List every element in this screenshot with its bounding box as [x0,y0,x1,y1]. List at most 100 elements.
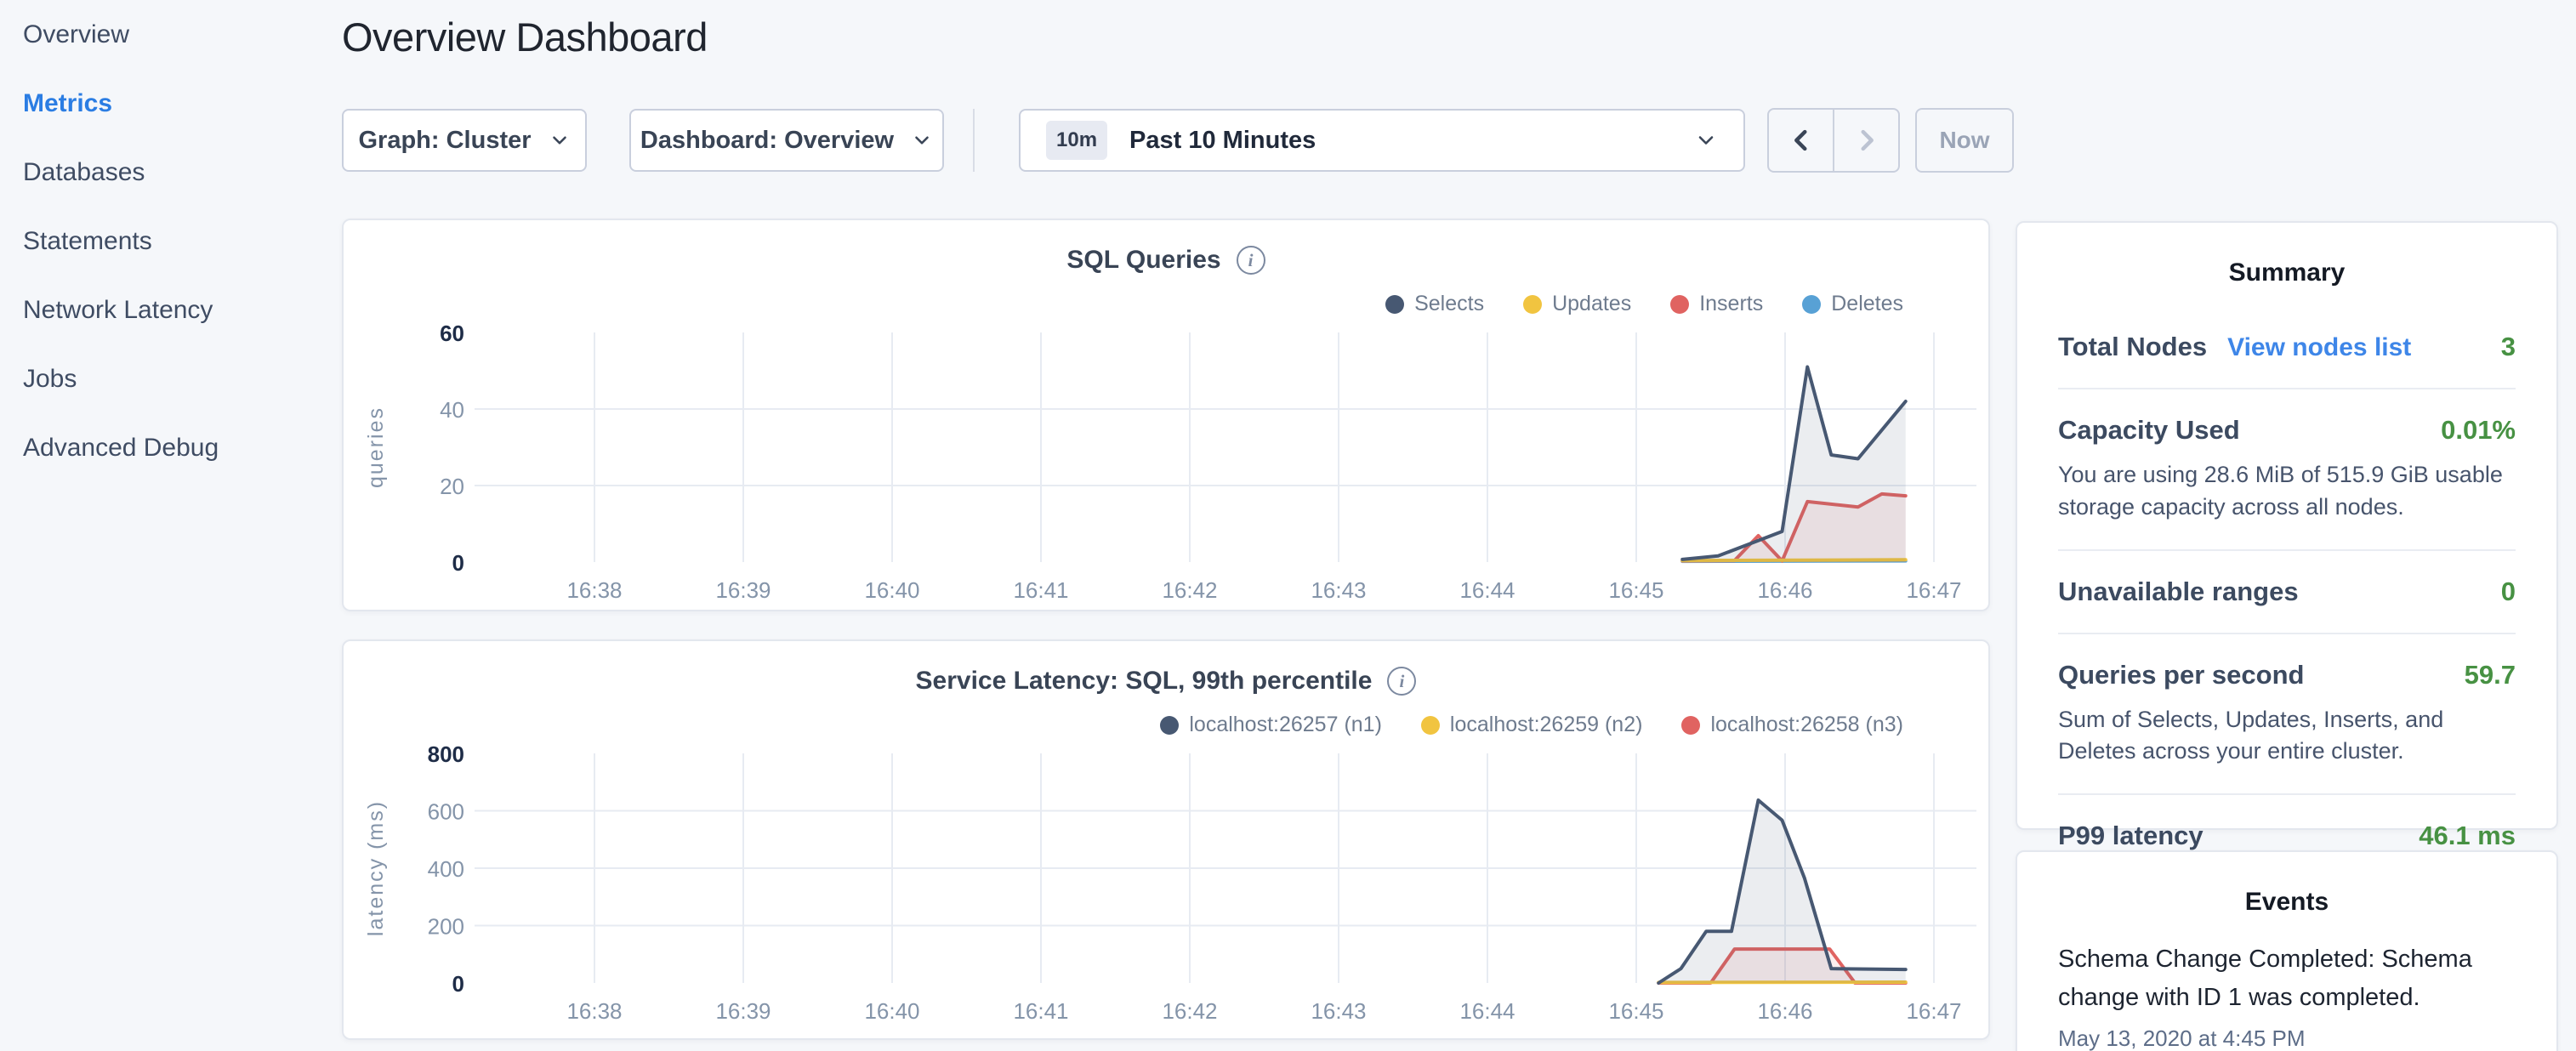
capacity-description: You are using 28.6 MiB of 515.9 GiB usab… [2058,459,2516,524]
sidebar-item-statements[interactable]: Statements [0,207,340,276]
legend-dot-icon [1523,295,1542,314]
sidebar-item-databases[interactable]: Databases [0,138,340,207]
sidebar-item-overview[interactable]: Overview [0,0,340,69]
total-nodes-value: 3 [2501,332,2516,362]
svg-text:16:42: 16:42 [1162,577,1217,603]
events-panel: Events Schema Change Completed: Schema c… [2016,850,2558,1051]
unavailable-ranges-value: 0 [2501,577,2516,607]
legend-label: localhost:26257 (n1) [1189,713,1382,737]
legend-label: localhost:26258 (n3) [1710,713,1903,737]
graph-dropdown-label: Graph: Cluster [358,127,531,155]
time-pager [1767,108,1900,173]
dashboard-dropdown-label: Dashboard: Overview [640,127,894,155]
service-latency-chart[interactable]: 16:3816:3916:4016:4116:4216:4316:4416:45… [345,643,1990,1040]
chevron-down-icon [1694,128,1718,152]
event-list-item: Schema Change Completed: Schema change w… [2058,940,2516,1051]
legend-dot-icon [1160,716,1179,735]
svg-text:latency (ms): latency (ms) [364,800,388,936]
sidebar: Overview Metrics Databases Statements Ne… [0,0,340,482]
svg-text:20: 20 [440,474,464,499]
svg-text:16:43: 16:43 [1311,998,1366,1024]
service-latency-chart-card: Service Latency: SQL, 99th percentile i … [342,639,1990,1040]
view-nodes-link[interactable]: View nodes list [2227,333,2411,362]
sidebar-item-metrics[interactable]: Metrics [0,69,340,138]
legend-item: Updates [1523,292,1631,316]
svg-text:16:47: 16:47 [1906,998,1961,1024]
chevron-left-icon [1787,126,1816,155]
sidebar-item-network-latency[interactable]: Network Latency [0,276,340,344]
qps-label: Queries per second [2058,660,2304,690]
qps-description: Sum of Selects, Updates, Inserts, and De… [2058,704,2516,769]
svg-text:800: 800 [428,741,464,767]
prev-range-button[interactable] [1769,110,1833,171]
legend-label: Inserts [1699,292,1763,316]
p99-latency-label: P99 latency [2058,821,2204,851]
time-range-label: Past 10 Minutes [1129,127,1316,155]
svg-text:16:40: 16:40 [864,577,919,603]
dashboard-dropdown[interactable]: Dashboard: Overview [629,109,944,172]
chevron-down-icon [911,129,933,151]
chevron-down-icon [549,129,571,151]
now-button[interactable]: Now [1915,108,2014,173]
app-root: Overview Metrics Databases Statements Ne… [0,0,2576,1051]
svg-text:200: 200 [428,914,464,940]
qps-value: 59.7 [2465,660,2516,690]
sidebar-item-jobs[interactable]: Jobs [0,344,340,413]
legend-dot-icon [1670,295,1689,314]
graph-dropdown[interactable]: Graph: Cluster [342,109,587,172]
svg-text:400: 400 [428,856,464,882]
legend-dot-icon [1681,716,1700,735]
chart-title: SQL Queries [1066,246,1220,275]
svg-text:60: 60 [440,321,464,346]
legend-label: Deletes [1831,292,1903,316]
svg-text:40: 40 [440,397,464,423]
svg-text:16:42: 16:42 [1162,998,1217,1024]
next-range-button[interactable] [1833,110,1898,171]
svg-text:600: 600 [428,799,464,825]
chevron-right-icon [1852,126,1881,155]
legend-label: Selects [1414,292,1484,316]
chart-legend: Selects Updates Inserts Deletes [1385,292,1903,316]
legend-item: localhost:26259 (n2) [1421,713,1643,737]
summary-panel: Summary Total Nodes View nodes list 3 Ca… [2016,221,2558,830]
page-title: Overview Dashboard [342,14,708,60]
svg-text:16:44: 16:44 [1459,577,1515,603]
svg-text:16:41: 16:41 [1013,998,1068,1024]
svg-text:16:38: 16:38 [566,998,622,1024]
svg-text:16:38: 16:38 [566,577,622,603]
events-title: Events [2058,888,2516,917]
info-icon[interactable]: i [1387,667,1416,696]
chart-legend: localhost:26257 (n1) localhost:26259 (n2)… [1160,713,1903,737]
total-nodes-label: Total Nodes [2058,332,2207,362]
svg-text:queries: queries [364,406,388,488]
summary-row-total-nodes: Total Nodes View nodes list 3 [2058,306,2516,389]
legend-item: localhost:26257 (n1) [1160,713,1382,737]
event-timestamp: May 13, 2020 at 4:45 PM [2058,1025,2516,1051]
legend-item: Selects [1385,292,1484,316]
event-text: Schema Change Completed: Schema change w… [2058,940,2516,1017]
capacity-value: 0.01% [2441,415,2516,446]
chart-title: Service Latency: SQL, 99th percentile [916,667,1373,696]
info-icon[interactable]: i [1237,246,1265,275]
legend-label: localhost:26259 (n2) [1450,713,1643,737]
sql-queries-chart[interactable]: 16:3816:3916:4016:4116:4216:4316:4416:45… [345,222,1990,611]
legend-item: localhost:26258 (n3) [1681,713,1903,737]
svg-text:16:46: 16:46 [1757,577,1812,603]
unavailable-ranges-label: Unavailable ranges [2058,577,2299,607]
summary-row-capacity: Capacity Used 0.01% You are using 28.6 M… [2058,389,2516,551]
svg-text:16:46: 16:46 [1757,998,1812,1024]
sql-queries-chart-card: SQL Queries i Selects Updates Inserts Delet… [342,219,1990,611]
time-range-dropdown[interactable]: 10m Past 10 Minutes [1019,109,1745,172]
legend-item: Deletes [1802,292,1903,316]
svg-text:16:40: 16:40 [864,998,919,1024]
sidebar-item-advanced-debug[interactable]: Advanced Debug [0,413,340,482]
summary-title: Summary [2058,258,2516,287]
legend-dot-icon [1802,295,1821,314]
capacity-label: Capacity Used [2058,415,2240,446]
svg-text:16:41: 16:41 [1013,577,1068,603]
time-range-badge: 10m [1046,121,1107,160]
toolbar-divider [973,109,975,172]
svg-text:16:45: 16:45 [1608,998,1663,1024]
svg-text:16:39: 16:39 [715,577,771,603]
svg-text:16:39: 16:39 [715,998,771,1024]
